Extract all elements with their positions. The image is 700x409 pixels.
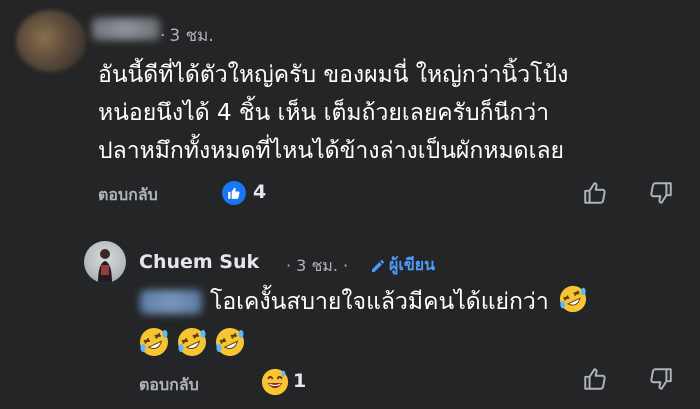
rofl-emoji	[558, 284, 588, 320]
rofl-emoji	[176, 326, 208, 362]
rofl-emoji	[138, 326, 170, 362]
comment-text-line: ปลาหมึกทั้งหมดที่ไหนได้ข้างล่างเป็นผักหม…	[98, 138, 565, 164]
commenter-name-blurred[interactable]	[92, 18, 160, 40]
upvote-icon[interactable]	[582, 180, 608, 206]
comment-timestamp[interactable]: · 3 ชม. ·	[286, 254, 348, 279]
pencil-icon	[372, 259, 384, 272]
like-icon[interactable]	[222, 181, 246, 205]
commenter-avatar-blurred[interactable]	[16, 10, 86, 72]
author-avatar[interactable]	[84, 241, 126, 283]
comment-text-line: หน่อยนึงได้ 4 ชิ้น เห็น เต็มถ้วยเลยครับก…	[98, 100, 550, 126]
comment-timestamp[interactable]: · 3 ชม.	[160, 22, 214, 49]
author-badge: ผู้เขียน	[370, 253, 435, 278]
upvote-icon[interactable]	[582, 366, 608, 392]
comment-text-line: อันนี้ดีที่ได้ตัวใหญ่ครับ ของผมนี่ ใหญ่ก…	[98, 62, 569, 88]
reply-button[interactable]: ตอบกลับ	[98, 183, 158, 208]
reaction-count[interactable]: 4	[253, 181, 266, 203]
downvote-icon[interactable]	[648, 180, 674, 206]
grin-sweat-emoji[interactable]	[260, 367, 290, 401]
reply-button[interactable]: ตอบกลับ	[139, 373, 199, 398]
comment-thread: · 3 ชม. อันนี้ดีที่ได้ตัวใหญ่ครับ ของผมนี…	[0, 0, 700, 409]
downvote-icon[interactable]	[648, 366, 674, 392]
mentioned-user-blurred[interactable]	[140, 290, 202, 314]
rofl-emoji	[214, 326, 246, 362]
reaction-count[interactable]: 1	[293, 370, 306, 392]
reply-text-content: โอเคงั้นสบายใจแล้วมีคนได้แย่กว่า	[210, 289, 549, 315]
emoji-row	[138, 326, 246, 362]
author-name[interactable]: Chuem Suk	[139, 251, 259, 273]
comment-text: อันนี้ดีที่ได้ตัวใหญ่ครับ ของผมนี่ ใหญ่ก…	[98, 56, 688, 170]
author-badge-label: ผู้เขียน	[389, 255, 436, 274]
reply-text: โอเคงั้นสบายใจแล้วมีคนได้แย่กว่า	[210, 284, 588, 320]
